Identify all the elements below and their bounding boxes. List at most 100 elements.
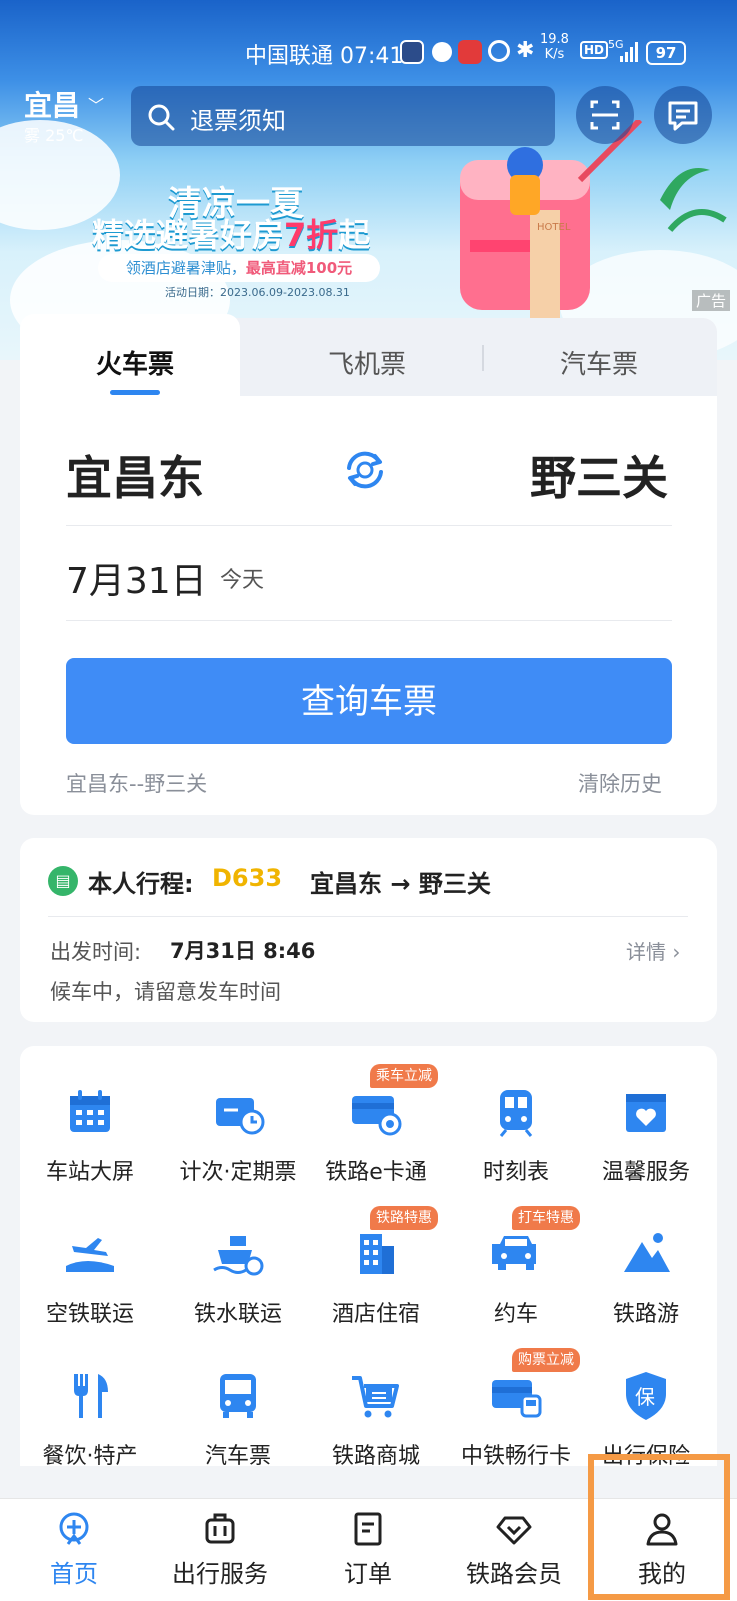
service-air-rail[interactable]: 空铁联运: [22, 1226, 158, 1328]
service-label: 中铁畅行卡: [460, 1444, 571, 1469]
hotel-icon: [360, 1234, 394, 1274]
swap-stations-icon[interactable]: [341, 446, 389, 494]
promo-badge: 打车特惠: [512, 1206, 580, 1230]
highlight-box: [588, 1454, 730, 1600]
car-icon: [492, 1236, 536, 1270]
tab-flight[interactable]: 飞机票: [328, 344, 406, 381]
document-icon: [354, 1512, 382, 1546]
city-selector[interactable]: 宜昌: [24, 84, 80, 124]
plane-train-icon: [66, 1238, 114, 1272]
service-label: 铁路游: [612, 1302, 679, 1327]
diamond-icon: [496, 1516, 532, 1545]
service-timetable[interactable]: 时刻表: [448, 1084, 584, 1186]
network-speed: 19.8 K/s: [540, 32, 569, 62]
ticket-clock-icon: [216, 1098, 265, 1135]
service-label: 铁路e卡通: [325, 1160, 427, 1185]
bluetooth-icon: ✱: [516, 38, 535, 63]
scan-icon: [590, 100, 620, 130]
departure-label: 出发时间:: [50, 940, 142, 964]
service-rail-travel[interactable]: 铁路游: [578, 1226, 714, 1328]
service-label: 计次·定期票: [179, 1160, 297, 1185]
message-icon: [432, 42, 452, 62]
search-placeholder[interactable]: 退票须知: [190, 101, 286, 136]
date-hint: 今天: [220, 568, 265, 593]
news-icon: [458, 40, 482, 64]
service-period-ticket[interactable]: 计次·定期票: [170, 1084, 306, 1186]
query-tickets-button[interactable]: 查询车票: [66, 658, 672, 744]
trip-status: 候车中，请留意发车时间: [50, 980, 281, 1004]
alarm-icon: [488, 40, 510, 62]
trip-detail-link[interactable]: 详情 ›: [626, 936, 680, 965]
search-history-item[interactable]: 宜昌东--野三关: [66, 768, 207, 798]
pass-card-icon: [492, 1380, 542, 1418]
tab-train[interactable]: 火车票: [96, 344, 174, 381]
service-label: 餐饮·特产: [42, 1444, 138, 1469]
card-icon: [352, 1096, 402, 1136]
chevron-down-icon[interactable]: ﹀: [88, 92, 104, 116]
app-notification-icon: [400, 40, 424, 64]
service-label: 车站大屏: [45, 1160, 134, 1185]
nav-label: 订单: [344, 1560, 392, 1588]
departure-time: 7月31日 8:46: [170, 939, 316, 963]
service-label: 温馨服务: [601, 1160, 690, 1185]
divider: [48, 916, 688, 917]
nav-orders[interactable]: 订单: [308, 1510, 428, 1589]
departure-date[interactable]: 7月31日: [66, 552, 207, 604]
home-rail-icon: [59, 1512, 89, 1545]
chevron-right-icon: ›: [672, 940, 681, 964]
tab-divider: [482, 345, 484, 371]
service-pass-card[interactable]: 中铁畅行卡: [448, 1368, 584, 1470]
promo-badge: 购票立减: [512, 1348, 580, 1372]
weather-text: 雾 25℃: [24, 126, 84, 145]
promo-badge: 乘车立减: [370, 1064, 438, 1088]
service-mall[interactable]: 铁路商城: [308, 1368, 444, 1470]
shield-icon: 保: [626, 1372, 666, 1420]
search-icon: [148, 104, 175, 131]
divider: [66, 525, 672, 526]
nav-travel-services[interactable]: 出行服务: [160, 1510, 280, 1589]
service-station-screen[interactable]: 车站大屏: [22, 1084, 158, 1186]
nav-home[interactable]: 首页: [14, 1510, 134, 1589]
chat-icon: [668, 101, 698, 131]
service-label: 约车: [493, 1302, 538, 1327]
messages-button[interactable]: [654, 86, 712, 144]
train-icon: [499, 1090, 533, 1137]
utensils-icon: [74, 1374, 108, 1418]
promo-subtitle: 精选避暑好房7折起: [92, 216, 371, 254]
service-rail-water[interactable]: 铁水联运: [170, 1226, 306, 1328]
service-e-card[interactable]: 铁路e卡通: [308, 1084, 444, 1186]
trip-route: 宜昌东 → 野三关: [310, 870, 491, 898]
service-bus-ticket[interactable]: 汽车票: [170, 1368, 306, 1470]
hotel-can-illustration: HOTEL: [460, 120, 727, 320]
nav-membership[interactable]: 铁路会员: [454, 1510, 574, 1589]
departure-station[interactable]: 宜昌东: [66, 442, 204, 508]
luggage-icon: [205, 1513, 235, 1544]
svg-text:HOTEL: HOTEL: [537, 222, 571, 233]
tab-indicator: [110, 390, 160, 395]
service-food[interactable]: 餐饮·特产: [22, 1368, 158, 1470]
mountain-icon: [624, 1233, 670, 1272]
ad-badge: 广告: [692, 290, 731, 311]
service-hotel[interactable]: 酒店住宿: [308, 1226, 444, 1328]
service-label: 酒店住宿: [331, 1302, 420, 1327]
status-bar: 中国联通 07:41 ✱ 19.8 K/s HD 5G 97: [0, 28, 737, 72]
trip-label: 本人行程:: [88, 870, 194, 898]
divider: [66, 620, 672, 621]
tab-bus[interactable]: 汽车票: [560, 344, 638, 381]
bus-icon: [220, 1374, 256, 1418]
service-car[interactable]: 约车: [448, 1226, 584, 1328]
train-number: D633: [212, 864, 283, 892]
service-label: 空铁联运: [45, 1302, 134, 1327]
clear-history-link[interactable]: 清除历史: [578, 768, 662, 798]
promo-badge: 铁路特惠: [370, 1206, 438, 1230]
service-label: 铁水联运: [193, 1302, 282, 1327]
signal-icon: [620, 42, 638, 62]
carrier-time: 中国联通 07:41: [245, 44, 404, 69]
service-care[interactable]: 温馨服务: [578, 1084, 714, 1186]
svg-text:保: 保: [635, 1385, 655, 1409]
train-badge-icon: ▤: [48, 866, 78, 896]
service-label: 时刻表: [482, 1160, 549, 1185]
arrival-station[interactable]: 野三关: [530, 442, 668, 508]
scan-button[interactable]: [576, 86, 634, 144]
hd-icon: HD: [580, 41, 609, 59]
